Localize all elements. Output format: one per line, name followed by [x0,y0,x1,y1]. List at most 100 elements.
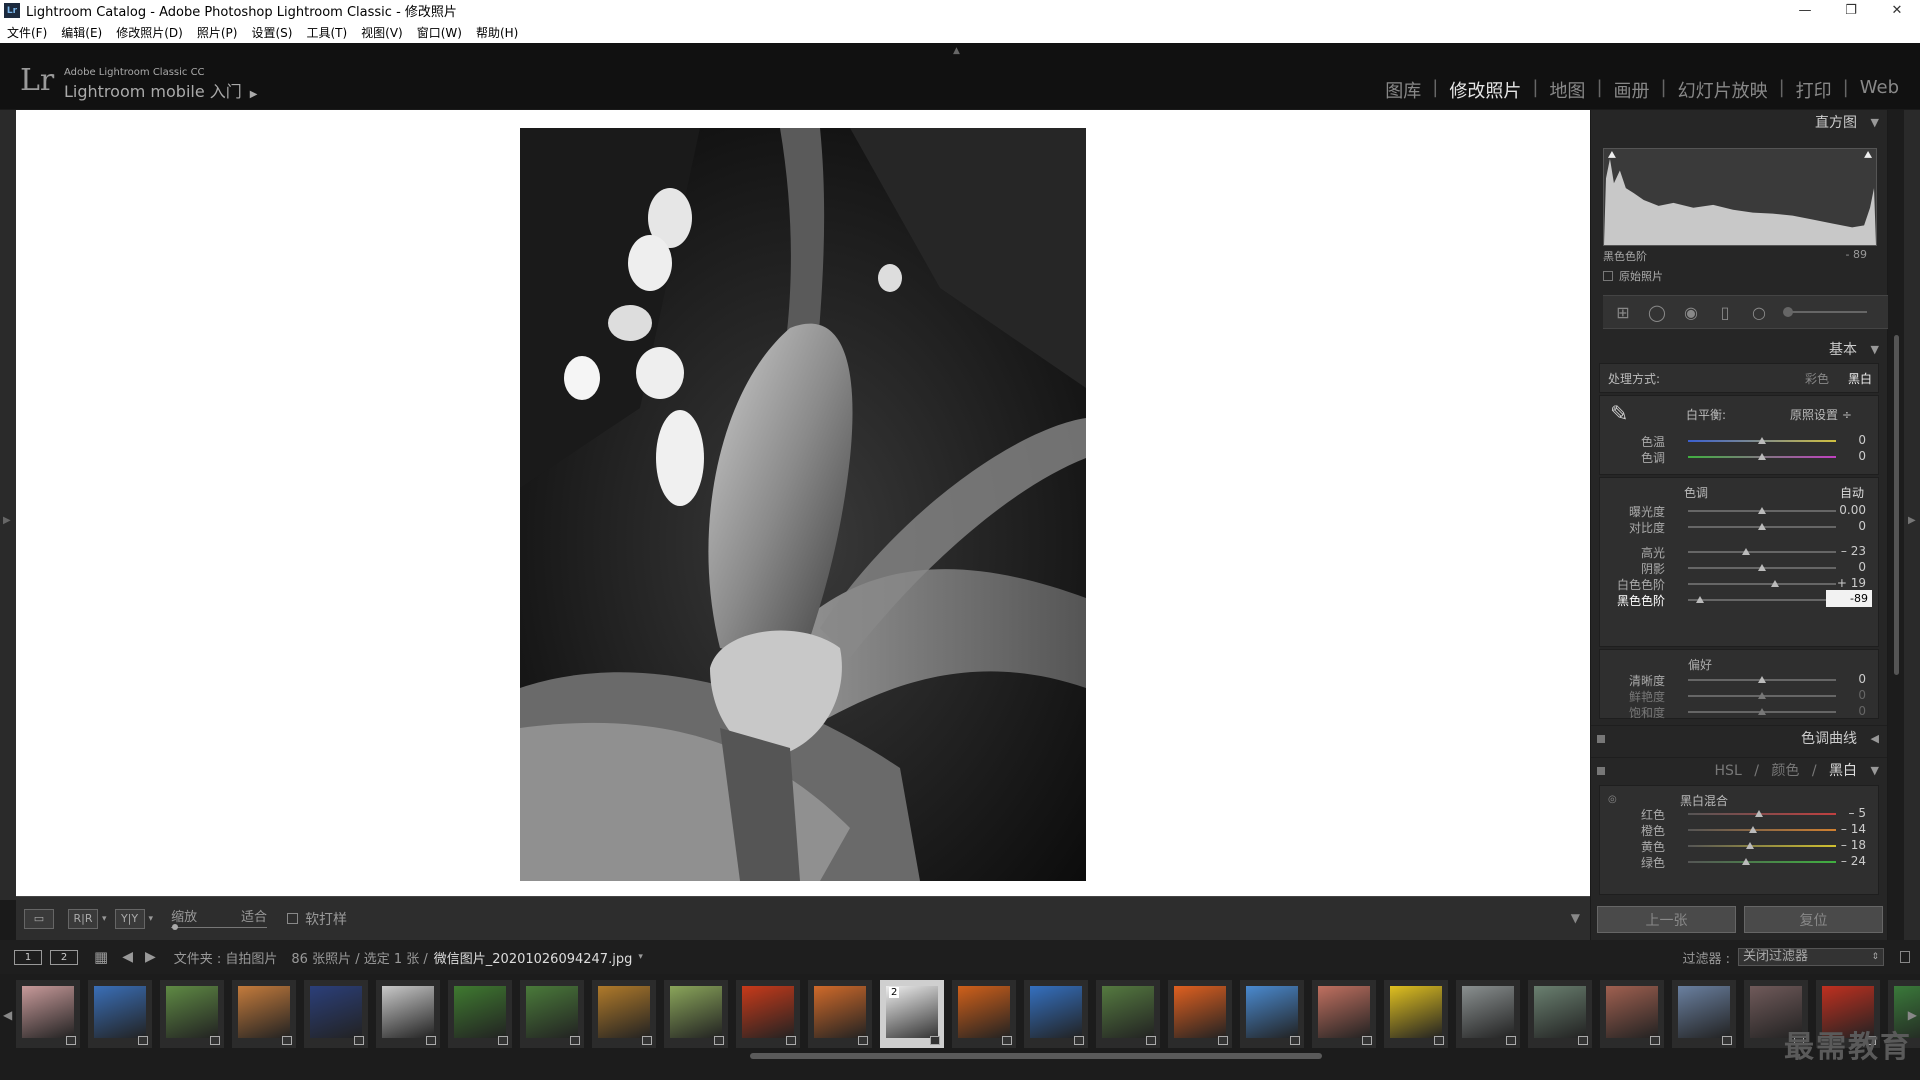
filter-select[interactable]: 关闭过滤器 ⇕ [1738,948,1884,966]
slider-track[interactable] [1688,861,1836,863]
filmstrip-thumbnail[interactable] [1024,980,1088,1048]
chevron-down-icon[interactable]: ▾ [102,914,107,924]
filmstrip-thumbnail[interactable] [232,980,296,1048]
loupe-view-button[interactable]: ▭ [24,908,54,929]
softproof-checkbox[interactable] [287,913,299,924]
slider-knob[interactable] [1771,580,1780,587]
toolbar-menu-icon[interactable]: ▼ [1571,911,1580,925]
grid-icon[interactable]: ▦ [94,948,108,966]
back-arrow-icon[interactable]: ◀ [122,949,133,965]
filmstrip-thumbnail[interactable] [1672,980,1736,1048]
window-2-button[interactable]: 2 [50,949,78,965]
filmstrip-thumbnail[interactable] [1312,980,1376,1048]
slider-row[interactable]: 鲜艳度 0 [1600,688,1880,704]
reset-button[interactable]: 复位 [1744,906,1883,933]
eyedropper-icon[interactable]: ✎ [1610,402,1628,427]
slider-row[interactable]: 红色 – 5 [1600,806,1878,822]
slider-track[interactable] [1688,583,1836,585]
slider-knob[interactable] [1758,708,1766,715]
slider-value-input[interactable]: -89 [1826,590,1872,607]
expand-icon[interactable]: ◀ [1871,726,1879,752]
menu-view[interactable]: 视图(V) [361,24,403,41]
collapse-top-icon[interactable]: ▲ [953,46,960,56]
slider-row[interactable]: 对比度 0 [1600,519,1880,535]
before-after-button[interactable]: R|R [68,908,98,929]
module-web[interactable]: Web [1849,77,1910,103]
slider-row[interactable]: 色温 0 [1600,433,1880,449]
menu-photo[interactable]: 照片(P) [197,24,238,41]
collapse-icon[interactable]: ▼ [1871,110,1879,136]
slider-track[interactable] [1688,829,1836,831]
module-develop[interactable]: 修改照片 [1438,77,1532,103]
filmstrip-thumbnail[interactable] [1384,980,1448,1048]
filmstrip-thumbnail[interactable] [376,980,440,1048]
slider-row[interactable]: 橙色 – 14 [1600,822,1878,838]
bw-tab[interactable]: 黑白 [1829,763,1857,779]
crop-icon[interactable]: ⊞ [1611,300,1635,324]
panel-switch-icon[interactable] [1597,735,1605,743]
target-adjust-icon[interactable]: ◎ [1608,794,1617,805]
filmstrip-thumbnail[interactable] [520,980,584,1048]
filmstrip-thumbnail[interactable] [160,980,224,1048]
slider-row[interactable]: 绿色 – 24 [1600,854,1878,870]
minimize-icon[interactable]: — [1782,0,1828,21]
menu-window[interactable]: 窗口(W) [417,24,462,41]
slider-knob[interactable] [1758,507,1766,514]
collapse-icon[interactable]: ▼ [1871,337,1879,363]
file-name[interactable]: 微信图片_20201026094247.jpg [434,948,633,967]
slider-knob[interactable] [1695,596,1704,603]
filmstrip-thumbnail[interactable]: 2 [880,980,944,1048]
close-icon[interactable]: ✕ [1874,0,1920,21]
adjustment-brush-icon[interactable] [1783,307,1867,317]
filmstrip-thumbnail[interactable] [592,980,656,1048]
filmstrip-thumbnail[interactable] [736,980,800,1048]
menu-file[interactable]: 文件(F) [7,24,47,41]
slider-knob[interactable] [1758,523,1766,530]
zoom-knob[interactable] [172,923,179,930]
slider-row[interactable]: 清晰度 0 [1600,672,1880,688]
slider-track[interactable] [1688,551,1836,553]
zoom-control[interactable]: 缩放 适合 [171,904,268,934]
left-panel-toggle[interactable]: ▶ [0,110,16,900]
red-eye-icon[interactable]: ◉ [1679,300,1703,324]
wb-value[interactable]: 原照设置 ÷ [1790,406,1852,423]
filmstrip-thumbnail[interactable] [88,980,152,1048]
filmstrip-thumbnail[interactable] [1168,980,1232,1048]
slider-track[interactable] [1688,845,1836,847]
hsl-header[interactable]: HSL / 颜色 / 黑白 ▼ [1591,757,1887,783]
slider-row[interactable]: 黄色 – 18 [1600,838,1878,854]
photo-preview[interactable] [520,128,1086,881]
tone-curve-header[interactable]: 色调曲线 ◀ [1591,725,1887,751]
filmstrip-left-icon[interactable]: ◀ [3,1008,12,1022]
forward-arrow-icon[interactable]: ▶ [145,949,156,965]
right-panel-toggle[interactable]: ▶ [1904,110,1920,940]
menu-tools[interactable]: 工具(T) [306,24,347,41]
module-map[interactable]: 地图 [1538,77,1596,103]
collapse-icon[interactable]: ▼ [1871,758,1879,784]
module-book[interactable]: 画册 [1603,77,1661,103]
filter-lock-icon[interactable] [1900,951,1910,963]
original-photo-checkbox[interactable] [1603,271,1613,281]
module-print[interactable]: 打印 [1785,77,1843,103]
slider-row[interactable]: 阴影 0 [1600,560,1880,576]
folder-source[interactable]: 文件夹 : 自拍图片 [174,948,278,967]
hsl-tab[interactable]: HSL [1715,763,1742,779]
filmstrip-thumbnail[interactable] [16,980,80,1048]
panel-scrollbar[interactable] [1888,110,1904,940]
slider-track[interactable] [1688,599,1836,601]
filmstrip-thumbnail[interactable] [1240,980,1304,1048]
filmstrip-thumbnail[interactable] [1600,980,1664,1048]
slider-row[interactable]: 色调 0 [1600,449,1880,465]
slider-knob[interactable] [1741,858,1750,865]
filmstrip-thumbnail[interactable] [808,980,872,1048]
graduated-filter-icon[interactable]: ▯ [1713,300,1737,324]
slider-knob[interactable] [1758,564,1766,571]
slider-knob[interactable] [1746,842,1755,849]
auto-button[interactable]: 自动 [1840,484,1864,501]
softproof-toggle[interactable]: 软打样 [287,909,347,929]
module-library[interactable]: 图库 [1374,77,1432,103]
slider-knob[interactable] [1758,453,1766,460]
slider-knob[interactable] [1758,676,1766,683]
chevron-down-icon[interactable]: ▾ [638,952,643,962]
radial-filter-icon[interactable]: ○ [1747,300,1771,324]
